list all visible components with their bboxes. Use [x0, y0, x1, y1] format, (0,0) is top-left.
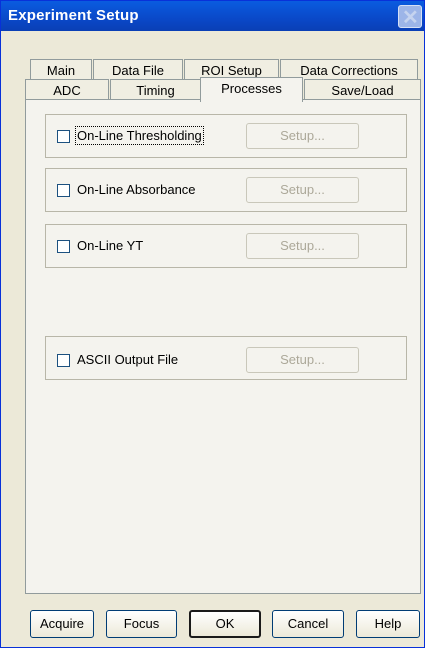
process-group-ascii-output: ASCII Output File Setup...	[45, 336, 407, 380]
process-group-absorbance: On-Line Absorbance Setup...	[45, 168, 407, 212]
yt-label[interactable]: On-Line YT	[77, 238, 143, 253]
window-title: Experiment Setup	[8, 7, 139, 24]
ok-button[interactable]: OK	[189, 610, 261, 638]
tab-main[interactable]: Main	[30, 59, 92, 81]
process-group-thresholding: On-Line Thresholding Setup...	[45, 114, 407, 158]
focus-button[interactable]: Focus	[106, 610, 177, 638]
ascii-output-checkbox[interactable]	[57, 354, 70, 367]
help-button[interactable]: Help	[356, 610, 420, 638]
tab-timing[interactable]: Timing	[110, 79, 201, 101]
tab-save-load[interactable]: Save/Load	[304, 79, 421, 101]
thresholding-setup-button[interactable]: Setup...	[246, 123, 359, 149]
ascii-output-label[interactable]: ASCII Output File	[77, 352, 178, 367]
thresholding-label[interactable]: On-Line Thresholding	[75, 126, 204, 145]
close-button[interactable]: ✕	[398, 5, 422, 29]
tab-adc[interactable]: ADC	[25, 79, 109, 101]
experiment-setup-window: Experiment Setup ✕ Main Data File ROI Se…	[0, 0, 425, 648]
yt-setup-button[interactable]: Setup...	[246, 233, 359, 259]
cancel-button[interactable]: Cancel	[272, 610, 344, 638]
ascii-output-setup-button[interactable]: Setup...	[246, 347, 359, 373]
yt-checkbox[interactable]	[57, 240, 70, 253]
tab-data-file[interactable]: Data File	[93, 59, 183, 81]
title-bar[interactable]: Experiment Setup ✕	[1, 1, 424, 31]
absorbance-setup-button[interactable]: Setup...	[246, 177, 359, 203]
absorbance-checkbox[interactable]	[57, 184, 70, 197]
acquire-button[interactable]: Acquire	[30, 610, 94, 638]
thresholding-checkbox[interactable]	[57, 130, 70, 143]
tab-processes[interactable]: Processes	[200, 77, 303, 102]
process-group-yt: On-Line YT Setup...	[45, 224, 407, 268]
close-icon: ✕	[402, 7, 419, 29]
absorbance-label[interactable]: On-Line Absorbance	[77, 182, 196, 197]
